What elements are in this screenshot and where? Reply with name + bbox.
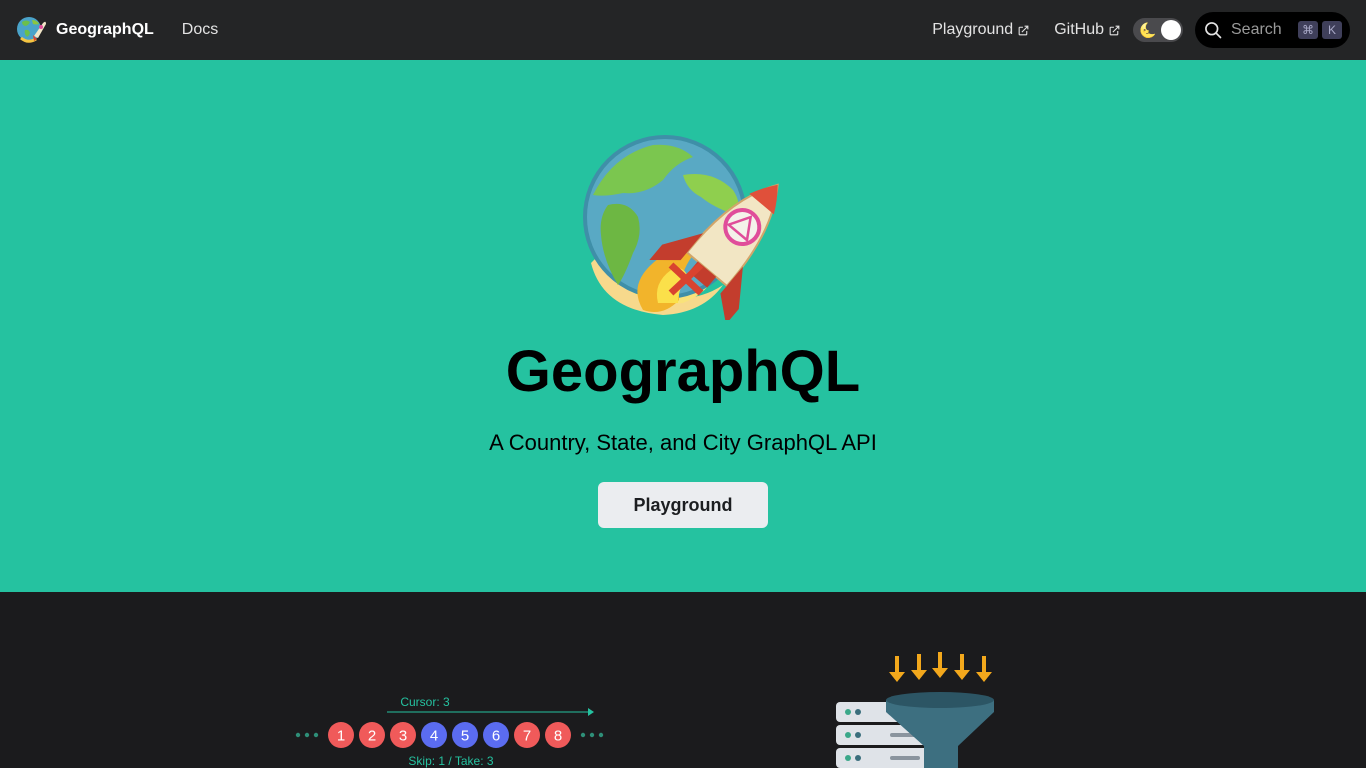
hero-title: GeographQL	[505, 339, 861, 404]
command-key: ⌘	[1298, 21, 1318, 39]
down-arrow-icon	[911, 654, 927, 680]
ellipsis-dot	[580, 732, 586, 738]
playground-button[interactable]: Playground	[598, 482, 768, 528]
geographql-hero-logo	[583, 135, 779, 320]
brand-link[interactable]: GeographQL	[16, 14, 154, 46]
cursor-arrow-head	[588, 708, 594, 716]
playground-link-label: Playground	[932, 21, 1014, 38]
hero-tagline: A Country, State, and City GraphQL API	[489, 430, 877, 455]
cursor-label: Cursor: 3	[400, 695, 450, 709]
brand-name: GeographQL	[56, 21, 154, 38]
page-item-label: 8	[554, 728, 562, 745]
page-item-label: 3	[399, 728, 407, 745]
down-arrow-icon	[954, 654, 970, 680]
down-arrow-icon	[932, 652, 948, 678]
moon-icon: 🌜	[1139, 22, 1157, 38]
navbar: GeographQL Docs Playground GitHub 🌜 Sear…	[0, 0, 1366, 60]
external-link-icon	[1018, 25, 1029, 35]
toggle-knob	[1161, 20, 1181, 40]
down-arrow-icon	[889, 656, 905, 682]
github-link-label: GitHub	[1054, 21, 1104, 38]
ellipsis-dot	[313, 732, 319, 738]
theme-toggle[interactable]: 🌜	[1133, 18, 1183, 42]
docs-link[interactable]: Docs	[182, 21, 218, 39]
external-link-icon	[1109, 25, 1120, 35]
ellipsis-dot	[598, 732, 604, 738]
playground-link[interactable]: Playground	[932, 21, 1030, 39]
github-link[interactable]: GitHub	[1054, 21, 1121, 39]
page-item-label: 7	[523, 728, 531, 745]
search-label: Search	[1231, 21, 1282, 38]
page-item-label: 1	[337, 728, 345, 745]
down-arrow-icon	[976, 656, 992, 682]
ellipsis-dot	[304, 732, 310, 738]
search-button[interactable]: Search ⌘ K	[1195, 12, 1350, 48]
page-item-label: 5	[461, 728, 469, 745]
page-item-label: 6	[492, 728, 500, 745]
pagination-illustration: Cursor: 3 1 2 3 4 5 6 7 8 Skip: 1 / Take…	[295, 695, 604, 768]
ellipsis-dot	[589, 732, 595, 738]
search-shortcut: ⌘ K	[1298, 21, 1342, 39]
k-key: K	[1322, 21, 1342, 39]
page-item-label: 4	[430, 728, 438, 745]
features-section: Cursor: 3 1 2 3 4 5 6 7 8 Skip: 1 / Take…	[0, 592, 1366, 768]
hero-banner: GeographQL A Country, State, and City Gr…	[0, 60, 1366, 592]
search-icon	[1205, 22, 1222, 39]
filter-illustration	[836, 652, 994, 768]
page-item-label: 2	[368, 728, 376, 745]
skip-take-label: Skip: 1 / Take: 3	[408, 754, 493, 768]
navbar-right: Playground GitHub 🌜 Search ⌘ K	[932, 12, 1350, 48]
ellipsis-dot	[295, 732, 301, 738]
geographql-logo-icon	[17, 17, 46, 43]
